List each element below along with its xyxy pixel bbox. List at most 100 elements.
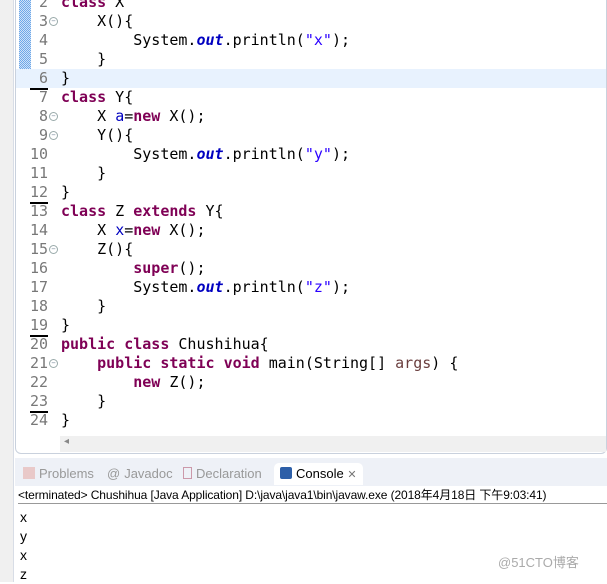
code-token: = <box>124 107 134 125</box>
line-number: 8 <box>38 107 48 125</box>
code-line[interactable]: 12} <box>16 183 606 204</box>
code-line[interactable]: 24} <box>16 411 606 430</box>
close-icon[interactable]: ✕ <box>347 469 356 481</box>
code-token: .println( <box>223 31 305 49</box>
fold-icon[interactable]: − <box>49 131 58 140</box>
problems-icon <box>23 467 35 479</box>
line-number: 17 <box>30 278 49 296</box>
code-line[interactable]: 6} <box>16 69 606 90</box>
tab-label: Declaration <box>196 466 262 481</box>
code-token: X(); <box>160 221 206 239</box>
code-text: public class Chushihua{ <box>61 335 269 354</box>
code-text: } <box>61 50 106 69</box>
line-number: 9 <box>38 126 48 144</box>
code-line[interactable]: 16 super(); <box>16 259 606 278</box>
tab-console[interactable]: Console ✕ <box>274 463 363 485</box>
scroll-left-icon[interactable]: ◂ <box>64 436 69 447</box>
code-text: super(); <box>61 259 205 278</box>
code-token: .println( <box>223 145 305 163</box>
code-line[interactable]: 9− Y(){ <box>16 126 606 145</box>
line-number: 4 <box>38 31 48 49</box>
console-header: <terminated> Chushihua [Java Application… <box>18 486 607 504</box>
fold-icon[interactable]: − <box>49 359 58 368</box>
code-line[interactable]: 3− X(){ <box>16 12 606 31</box>
code-line[interactable]: 20 public class Chushihua{ <box>16 335 606 354</box>
code-token: } <box>61 392 107 410</box>
code-token: extends <box>133 202 197 220</box>
code-token: X <box>61 221 116 239</box>
fold-icon[interactable]: − <box>49 112 58 121</box>
code-token: "x" <box>304 31 332 49</box>
code-line[interactable]: 2 class X <box>16 0 606 12</box>
code-token: System. <box>61 278 197 296</box>
code-token: X(){ <box>61 12 134 30</box>
code-text: new Z(); <box>61 373 206 392</box>
code-text: System.out.println("z"); <box>61 278 350 297</box>
code-token: = <box>124 221 134 239</box>
code-line[interactable]: 18 } <box>16 297 606 316</box>
code-text: Z(){ <box>61 240 133 259</box>
tab-javadoc[interactable]: @ Javadoc <box>107 463 173 485</box>
code-token: static <box>160 354 215 372</box>
left-strip <box>0 0 14 582</box>
code-text: Y(){ <box>61 126 133 145</box>
code-line[interactable]: 22 new Z(); <box>16 373 606 392</box>
code-text: public static void main(String[] args) { <box>61 354 458 373</box>
code-token: x <box>115 221 125 239</box>
line-number: 14 <box>30 221 49 239</box>
code-token: class <box>61 0 107 11</box>
code-line[interactable]: 11 } <box>16 164 606 183</box>
line-number: 24 <box>30 411 49 429</box>
code-token: Y{ <box>106 88 134 106</box>
code-token: void <box>223 354 260 372</box>
code-token: out <box>196 145 224 163</box>
tab-problems[interactable]: Problems <box>23 463 94 485</box>
code-line[interactable]: 19} <box>16 316 606 337</box>
code-line[interactable]: 7 class Y{ <box>16 88 606 107</box>
code-token: } <box>61 164 107 182</box>
code-text: } <box>61 164 106 183</box>
code-line[interactable]: 21− public static void main(String[] arg… <box>16 354 606 373</box>
code-token: ); <box>331 278 350 296</box>
line-number: 5 <box>38 50 48 68</box>
code-token: Z(); <box>160 373 206 391</box>
line-number: 16 <box>30 259 49 277</box>
code-token: class <box>61 202 107 220</box>
code-token: } <box>61 316 71 334</box>
code-line[interactable]: 13 class Z extends Y{ <box>16 202 606 221</box>
line-number: 15 <box>30 240 49 258</box>
code-line[interactable]: 8− X a=new X(); <box>16 107 606 126</box>
line-number: 23 <box>30 392 48 413</box>
horizontal-scrollbar[interactable]: ◂ <box>60 436 606 452</box>
code-text: class X <box>61 0 124 12</box>
code-line[interactable]: 15− Z(){ <box>16 240 606 259</box>
code-token: public <box>97 354 152 372</box>
code-token: class <box>124 335 170 353</box>
output-line: x <box>20 509 27 525</box>
code-token: Z(){ <box>61 240 134 258</box>
code-text: } <box>61 69 70 88</box>
code-line[interactable]: 23 } <box>16 392 606 413</box>
code-token: } <box>61 50 107 68</box>
code-token: args <box>395 354 432 372</box>
line-number: 12 <box>30 183 48 204</box>
line-number: 13 <box>30 202 49 220</box>
code-line[interactable]: 4 System.out.println("x"); <box>16 31 606 50</box>
fold-icon[interactable]: − <box>49 17 58 26</box>
code-token: } <box>61 297 107 315</box>
code-line[interactable]: 17 System.out.println("z"); <box>16 278 606 297</box>
code-text: X x=new X(); <box>61 221 206 240</box>
fold-icon[interactable]: − <box>49 245 58 254</box>
line-number: 19 <box>30 316 48 337</box>
code-token: Y(){ <box>61 126 134 144</box>
code-token: Z <box>106 202 134 220</box>
code-line[interactable]: 14 X x=new X(); <box>16 221 606 240</box>
code-line[interactable]: 5 } <box>16 50 606 69</box>
code-line[interactable]: 10 System.out.println("y"); <box>16 145 606 164</box>
code-token: new <box>133 221 161 239</box>
tab-declaration[interactable]: Declaration <box>183 463 262 485</box>
code-token: a <box>115 107 125 125</box>
